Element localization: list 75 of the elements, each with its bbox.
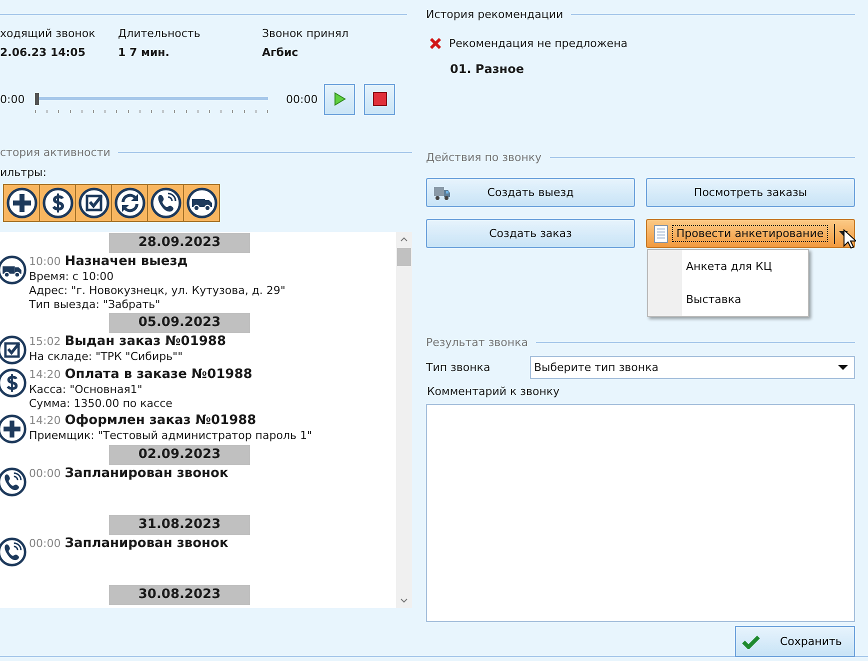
dropdown-caret-icon [838, 365, 848, 370]
event-detail: Тип выезда: "Забрать" [29, 298, 162, 312]
start-time: 0:00 [0, 92, 26, 106]
action-button[interactable]: Создать выезд [426, 178, 635, 207]
info-value: 2.06.23 14:05 [0, 46, 86, 59]
action-button[interactable]: Посмотреть заказы [646, 178, 855, 207]
scrollbar[interactable] [396, 232, 412, 608]
save-button[interactable]: Сохранить [735, 626, 855, 657]
event-title: Назначен выезд [64, 254, 188, 269]
play-icon [334, 92, 346, 106]
event-detail: Приемщик: "Тестовый администратор пароль 1" [29, 429, 312, 443]
section-title: стория активности [0, 146, 110, 158]
event-title: Оформлен заказ №01988 [64, 413, 256, 428]
event-time: 15:02 [29, 335, 61, 348]
event-detail: Время: с 10:00 [29, 270, 115, 284]
info-value: Агбис [262, 46, 300, 59]
date-header: 05.09.2023 [109, 313, 250, 333]
event-time: 14:20 [29, 414, 61, 427]
recommendation-status: Рекомендация не предложена [449, 37, 628, 50]
plus-icon [6, 187, 38, 219]
phone-icon [150, 187, 182, 219]
filter-button[interactable] [39, 184, 76, 222]
info-value: 1 7 мин. [118, 46, 170, 59]
filter-button[interactable] [3, 184, 40, 222]
mouse-cursor-icon [843, 229, 856, 249]
field-label: Комментарий к звонку [427, 385, 561, 398]
filter-button[interactable] [183, 184, 220, 222]
section-title: Результат звонка [426, 336, 528, 348]
filter-button[interactable] [147, 184, 184, 222]
menu-item[interactable]: Выставка [648, 283, 808, 316]
date-header: 02.09.2023 [109, 445, 250, 465]
date-header: 31.08.2023 [109, 515, 250, 535]
section-title: Действия по звонку [426, 150, 542, 164]
event-detail: Сумма: 1350.00 по кассе [29, 397, 174, 411]
event-title: Выдан заказ №01988 [64, 334, 226, 349]
event-detail: Касса: "Основная1" [29, 383, 144, 397]
event-time: 00:00 [29, 467, 61, 480]
filter-button[interactable] [75, 184, 112, 222]
stop-icon [372, 92, 386, 106]
event-time: 14:20 [29, 368, 61, 381]
car-icon [186, 187, 218, 219]
scrollbar-thumb[interactable] [397, 248, 411, 266]
event-title: Запланирован звонок [64, 466, 228, 481]
info-label: ходящий звонок [0, 27, 96, 40]
field-label: Тип звонка [426, 361, 492, 374]
event-title: Запланирован звонок [64, 536, 228, 551]
recommendation-category: 01. Разное [450, 62, 525, 76]
call-type-dropdown[interactable]: Выберите тип звонка [530, 356, 855, 379]
event-time: 00:00 [29, 537, 61, 550]
event-time: 10:00 [29, 255, 61, 268]
action-button[interactable]: Создать заказ [426, 219, 635, 248]
playback-slider[interactable] [35, 93, 268, 115]
comment-field[interactable] [426, 404, 855, 622]
filters-label: ильтры: [0, 166, 48, 179]
play-button[interactable] [324, 84, 355, 114]
cross-icon [430, 38, 441, 49]
event-detail: Адрес: "г. Новокузнецк, ул. Кутузова, д. 29" [29, 284, 286, 298]
refresh-icon [114, 187, 146, 219]
dollar-icon [42, 187, 74, 219]
slider-thumb[interactable] [35, 93, 39, 105]
section-title: История рекомендации [426, 8, 564, 20]
document-icon [654, 224, 668, 242]
truck-icon [433, 185, 451, 201]
info-label: Длительность [118, 27, 202, 40]
date-header: 30.08.2023 [109, 585, 250, 605]
end-time: 00:00 [286, 92, 319, 106]
menu-item[interactable]: Анкета для КЦ [648, 250, 808, 283]
stop-button[interactable] [364, 84, 395, 114]
event-detail: На складе: "ТРК "Сибирь"" [29, 350, 184, 364]
event-title: Оплата в заказе №01988 [64, 367, 252, 382]
filter-button[interactable] [111, 184, 148, 222]
info-label: Звонок принял [262, 27, 350, 40]
date-header: 28.09.2023 [109, 233, 250, 253]
checkbox-icon [78, 187, 110, 219]
checkmark-icon [742, 634, 760, 648]
